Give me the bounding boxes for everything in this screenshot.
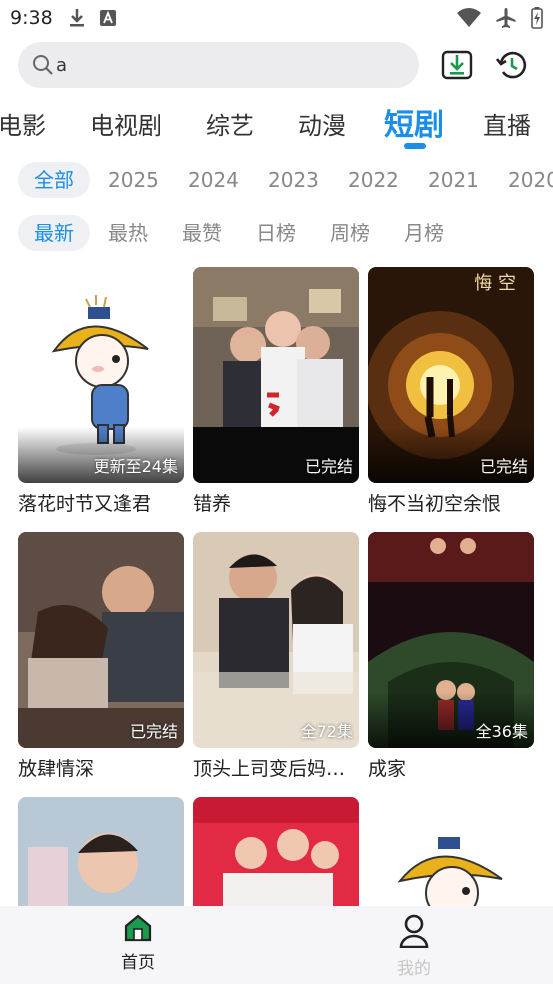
nav-home[interactable]: 首页: [98, 914, 178, 973]
episode-badge: 已完结: [129, 722, 178, 741]
tab-movie[interactable]: 电影: [0, 106, 46, 141]
drama-title: 成家: [368, 758, 407, 780]
font-status-icon: [100, 10, 116, 26]
wifi-icon: [457, 8, 481, 27]
nav-mine-label: 我的: [397, 959, 431, 979]
tab-variety[interactable]: 综艺: [206, 106, 254, 141]
history-button[interactable]: [492, 45, 532, 85]
drama-card[interactable]: 全72集 顶头上司变后妈…: [193, 532, 359, 781]
episode-badge: 全36集: [475, 722, 528, 741]
tab-anime[interactable]: 动漫: [298, 106, 346, 141]
search-bar[interactable]: [18, 42, 419, 88]
bottom-navigation: 首页 我的: [0, 906, 553, 984]
status-time: 9:38: [10, 7, 53, 29]
sort-chip-most-liked[interactable]: 最赞: [182, 215, 222, 251]
search-input[interactable]: [56, 42, 406, 88]
drama-card[interactable]: 已完结 错养: [193, 267, 359, 516]
episode-badge: 全72集: [300, 722, 353, 741]
year-chip[interactable]: 2024: [188, 162, 239, 198]
episode-badge: 已完结: [304, 457, 353, 476]
sort-chip-hottest[interactable]: 最热: [108, 215, 148, 251]
sort-filter: 最新 最热 最赞 日榜 周榜 月榜: [0, 215, 553, 251]
search-icon: [33, 55, 53, 75]
download-status-icon: [70, 9, 84, 27]
home-icon: [124, 914, 152, 942]
poster-image: 悔 空 已完结: [368, 267, 534, 483]
sort-chip-weekly[interactable]: 周榜: [330, 215, 370, 251]
history-icon: [496, 51, 527, 79]
year-chip[interactable]: 2020: [508, 162, 553, 198]
nav-home-label: 首页: [121, 953, 155, 973]
drama-card[interactable]: 全36集 成家: [368, 532, 534, 781]
drama-title: 落花时节又逢君: [18, 493, 152, 515]
sort-chip-latest[interactable]: 最新: [18, 215, 90, 251]
poster-image: 全36集: [368, 532, 534, 748]
profile-icon: [399, 914, 429, 949]
poster-placeholder: 更新至24集: [18, 267, 184, 483]
tab-live[interactable]: 直播: [483, 106, 531, 141]
download-box-icon: [441, 50, 473, 80]
category-tabs: 电影 电视剧 综艺 动漫 短剧 直播: [0, 96, 553, 156]
episode-badge: 已完结: [479, 457, 528, 476]
tab-tv-series[interactable]: 电视剧: [90, 106, 162, 141]
year-chip[interactable]: 2022: [348, 162, 399, 198]
svg-text:悔 空: 悔 空: [474, 273, 516, 294]
year-filter: 全部 2025 2024 2023 2022 2021 2020: [0, 162, 553, 198]
active-tab-indicator: [404, 143, 426, 149]
poster-image: 全72集: [193, 532, 359, 748]
sort-chip-daily[interactable]: 日榜: [256, 215, 296, 251]
year-chip[interactable]: 2023: [268, 162, 319, 198]
sort-chip-monthly[interactable]: 月榜: [404, 215, 444, 251]
status-bar: 9:38: [0, 0, 553, 36]
episode-badge: 更新至24集: [93, 457, 178, 476]
download-manager-button[interactable]: [437, 45, 477, 85]
drama-title: 放肆情深: [18, 758, 95, 780]
drama-title: 顶头上司变后妈…: [193, 758, 346, 780]
poster-image: 已完结: [193, 267, 359, 483]
battery-icon: [531, 7, 543, 29]
tab-short-drama[interactable]: 短剧: [384, 100, 444, 144]
year-chip[interactable]: 2021: [428, 162, 479, 198]
airplane-icon: [496, 8, 516, 28]
year-chip-all[interactable]: 全部: [18, 162, 90, 198]
nav-mine[interactable]: 我的: [374, 914, 454, 979]
poster-image: 已完结: [18, 532, 184, 748]
drama-card[interactable]: 已完结 放肆情深: [18, 532, 184, 781]
year-chip[interactable]: 2025: [108, 162, 159, 198]
drama-title: 悔不当初空余恨: [368, 493, 502, 515]
drama-card[interactable]: 悔 空 已完结 悔不当初空余恨: [368, 267, 534, 516]
drama-title: 错养: [193, 493, 232, 515]
drama-card[interactable]: 更新至24集 落花时节又逢君: [18, 267, 184, 516]
